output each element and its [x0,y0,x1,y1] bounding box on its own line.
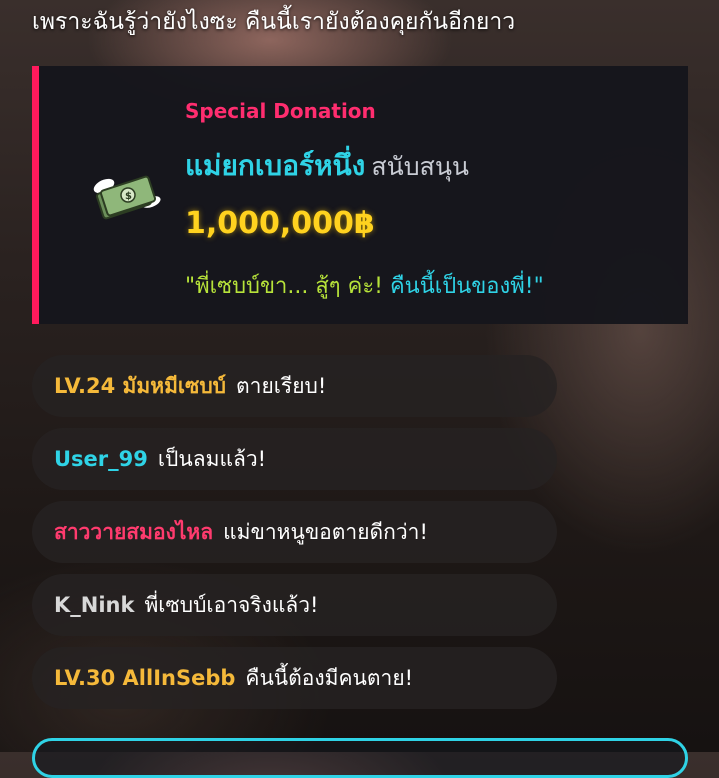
chat-text: แม่ขาหนูขอตายดีกว่า! [223,519,428,544]
chat-message: K_Nink พี่เซบบ์เอาจริงแล้ว! [32,574,557,636]
chat-text: คืนนี้ต้องมีคนตาย! [245,665,414,690]
chat-text: พี่เซบบ์เอาจริงแล้ว! [144,592,319,617]
chat-username[interactable]: User_99 [54,447,148,471]
chat-message: LV.30 AllInSebb คืนนี้ต้องมีคนตาย! [32,647,557,709]
svg-text:$: $ [125,191,132,202]
donor-name[interactable]: แม่ยกเบอร์หนึ่ง [185,149,365,182]
chat-input-bar[interactable] [32,738,688,778]
special-donation-card: $ Special Donation แม่ยกเบอร์หนึ่ง สนับสน… [32,66,688,324]
chat-username[interactable]: K_Nink [54,593,134,617]
donor-line: แม่ยกเบอร์หนึ่ง สนับสนุน [185,144,469,188]
chat-text: ตายเรียบ! [236,373,327,398]
stream-caption: เพราะฉันรู้ว่ายังไงซะ คืนนี้เรายังต้องคุ… [32,9,516,35]
donation-message-part1: "พี่เซบบ์ขา... สู้ๆ ค่ะ! [185,274,390,299]
donor-action: สนับสนุน [371,152,469,181]
chat-username[interactable]: LV.24 มัมหมีเซบบ์ [54,370,226,403]
chat-username[interactable]: LV.30 AllInSebb [54,666,235,690]
chat-list: LV.24 มัมหมีเซบบ์ ตายเรียบ! User_99 เป็น… [32,355,557,720]
donation-amount: 1,000,000฿ [185,206,375,241]
chat-username[interactable]: สาววายสมองไหล [54,516,213,549]
donation-message-part2: คืนนี้เป็นของพี่!" [389,274,544,299]
donation-message: "พี่เซบบ์ขา... สู้ๆ ค่ะ! คืนนี้เป็นของพี… [185,268,544,303]
special-donation-label: Special Donation [185,99,376,123]
chat-message: LV.24 มัมหมีเซบบ์ ตายเรียบ! [32,355,557,417]
flying-money-icon: $ [93,175,161,220]
chat-message: สาววายสมองไหล แม่ขาหนูขอตายดีกว่า! [32,501,557,563]
chat-message: User_99 เป็นลมแล้ว! [32,428,557,490]
chat-text: เป็นลมแล้ว! [157,446,267,471]
